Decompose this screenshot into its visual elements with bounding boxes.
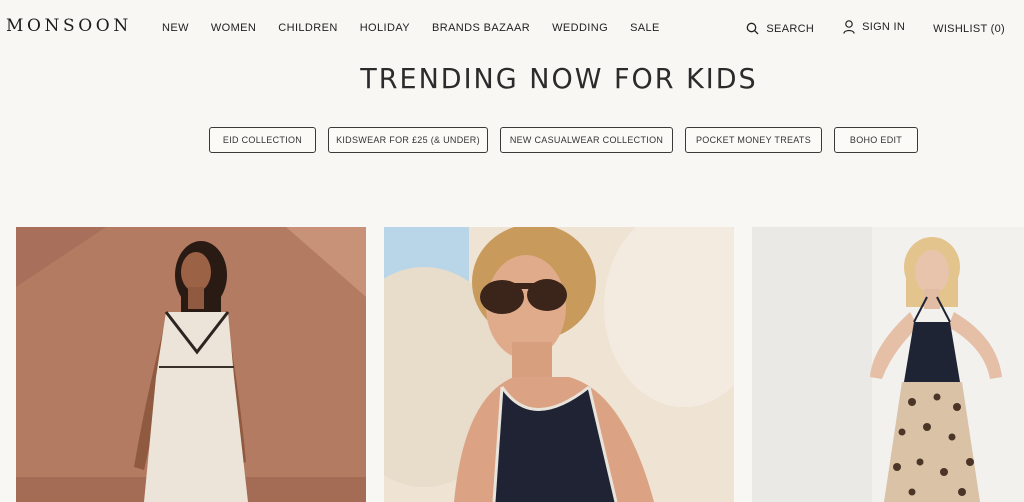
product-card-leopard-skirt[interactable] (752, 227, 1024, 502)
product-image (16, 227, 366, 502)
search-icon (747, 22, 759, 35)
product-image (752, 227, 1024, 502)
site-header: MONSOON NEW WOMEN CHILDREN HOLIDAY BRAND… (0, 0, 1024, 58)
wishlist-button[interactable]: WISHLIST (0) (933, 23, 1005, 35)
brand-logo[interactable]: MONSOON (6, 16, 132, 36)
pill-eid-collection[interactable]: EID COLLECTION (209, 127, 316, 153)
search-button[interactable]: SEARCH (746, 22, 814, 35)
pill-kidswear-under-25[interactable]: KIDSWEAR FOR £25 (& UNDER) (328, 127, 488, 153)
nav-item-sale[interactable]: SALE (630, 22, 660, 34)
main-nav: NEW WOMEN CHILDREN HOLIDAY BRANDS BAZAAR… (162, 22, 682, 34)
user-icon (843, 19, 855, 34)
utility-nav: SEARCH SIGN IN WISHLIST (0) (746, 18, 1005, 35)
nav-item-wedding[interactable]: WEDDING (552, 22, 608, 34)
wishlist-label: WISHLIST (0) (933, 22, 1005, 35)
product-card-lace-dress[interactable] (16, 227, 366, 502)
search-label: SEARCH (766, 22, 815, 35)
page-title: TRENDING NOW FOR KIDS (360, 63, 758, 96)
sign-in-button[interactable]: SIGN IN (843, 19, 906, 34)
category-pills: EID COLLECTION KIDSWEAR FOR £25 (& UNDER… (209, 127, 930, 153)
pill-new-casualwear[interactable]: NEW CASUALWEAR COLLECTION (500, 127, 673, 153)
nav-item-new[interactable]: NEW (162, 22, 189, 34)
sign-in-label: SIGN IN (862, 20, 906, 33)
nav-item-brands-bazaar[interactable]: BRANDS BAZAAR (432, 22, 530, 34)
product-image (384, 227, 734, 502)
product-card-navy-tank[interactable] (384, 227, 734, 502)
pill-pocket-money-treats[interactable]: POCKET MONEY TREATS (685, 127, 822, 153)
pill-boho-edit[interactable]: BOHO EDIT (834, 127, 918, 153)
nav-item-children[interactable]: CHILDREN (278, 22, 337, 34)
nav-item-holiday[interactable]: HOLIDAY (360, 22, 410, 34)
nav-item-women[interactable]: WOMEN (211, 22, 256, 34)
